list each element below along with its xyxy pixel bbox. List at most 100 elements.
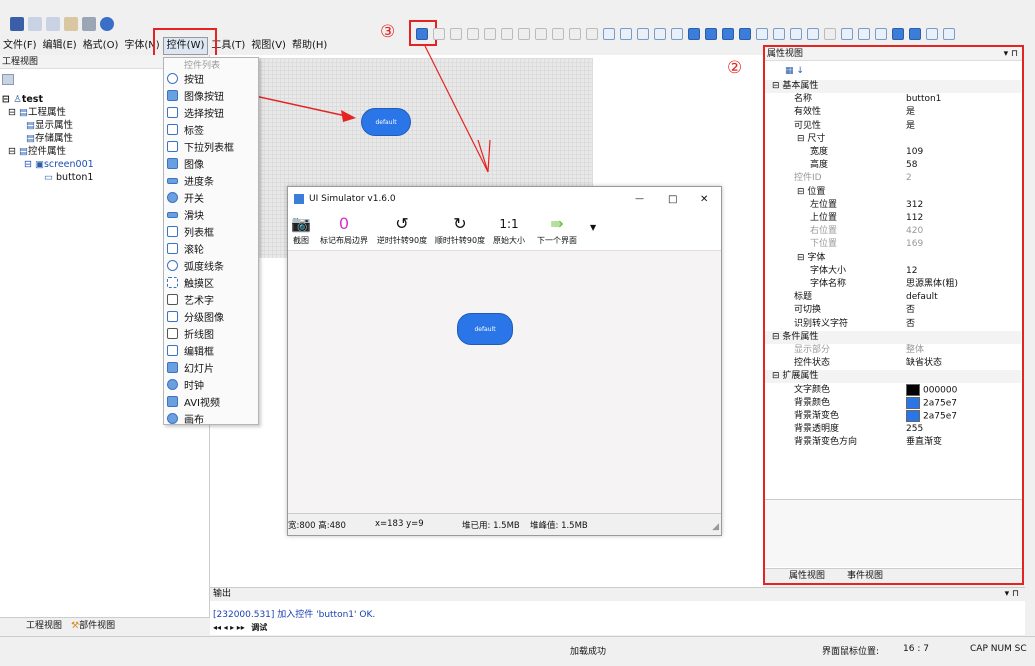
property-value[interactable]: 169 <box>906 238 923 251</box>
property-value[interactable]: button1 <box>906 93 941 106</box>
property-row[interactable]: 控件ID 2 <box>765 172 1021 185</box>
property-value[interactable]: 是 <box>906 106 915 119</box>
dropdown-item-wheel[interactable]: 滚轮 <box>164 240 258 257</box>
mark-layout-bounds-button[interactable]: 0 标记布局边界 <box>316 213 372 246</box>
dropdown-item-slider[interactable]: 滑块 <box>164 206 258 223</box>
tab-properties-view[interactable]: 属性视图 <box>789 569 825 584</box>
property-value[interactable]: 420 <box>906 225 923 238</box>
categorize-icon[interactable]: ▦ <box>785 66 794 76</box>
property-row[interactable]: ⊟ 扩展属性 <box>765 370 1021 384</box>
property-value[interactable]: 2a75e7 <box>906 396 957 411</box>
close-button[interactable]: ✕ <box>700 194 708 205</box>
property-value[interactable]: default <box>906 291 938 304</box>
dropdown-item-check-button[interactable]: 选择按钮 <box>164 104 258 121</box>
simulator-button1[interactable]: default <box>457 313 513 345</box>
simulator-titlebar[interactable]: UI Simulator v1.6.0 — □ ✕ <box>288 187 721 211</box>
property-row[interactable]: 可切换 否 <box>765 304 1021 317</box>
property-row[interactable]: 下位置 169 <box>765 238 1021 251</box>
property-value[interactable]: 否 <box>906 318 915 331</box>
property-row[interactable]: 左位置 312 <box>765 199 1021 212</box>
rotate-cw-button[interactable]: ↻ 顺时针转90度 <box>434 213 486 246</box>
sort-az-icon[interactable]: ↓ <box>796 66 804 76</box>
dropdown-item-combo[interactable]: 下拉列表框 <box>164 138 258 155</box>
resize-grip-icon[interactable]: ◢ <box>712 522 719 532</box>
property-name: 识别转义字符 <box>794 318 849 329</box>
dropdown-item-line-chart[interactable]: 折线图 <box>164 325 258 342</box>
property-value[interactable]: 255 <box>906 423 923 436</box>
property-value[interactable]: 12 <box>906 265 917 278</box>
panel-pin-icon[interactable]: ▾ ⊓ <box>1004 47 1018 61</box>
tab-events-view[interactable]: 事件视图 <box>847 569 883 584</box>
property-value[interactable]: 112 <box>906 212 923 225</box>
screenshot-button[interactable]: 📷 截图 <box>290 213 312 246</box>
property-row[interactable]: 标题 default <box>765 291 1021 304</box>
dropdown-item-progress[interactable]: 进度条 <box>164 172 258 189</box>
rotate-ccw-button[interactable]: ↺ 逆时针转90度 <box>376 213 428 246</box>
property-value[interactable]: 58 <box>906 159 917 172</box>
property-row[interactable]: 背景透明度 255 <box>765 423 1021 436</box>
property-row[interactable]: ⊟ 位置 <box>765 186 1021 199</box>
property-row[interactable]: ⊟ 条件属性 <box>765 330 1021 344</box>
output-nav-icon[interactable]: ◂◂ ◂ ▸ ▸▸ <box>213 623 245 632</box>
dropdown-item-canvas[interactable]: 画布 <box>164 410 258 427</box>
color-swatch[interactable] <box>906 410 920 422</box>
tab-debug[interactable]: 调试 <box>251 623 267 632</box>
property-row[interactable]: 文字颜色 000000 <box>765 383 1021 398</box>
dropdown-item-listbox[interactable]: 列表框 <box>164 223 258 240</box>
dropdown-item-level-image[interactable]: 分级图像 <box>164 308 258 325</box>
property-value[interactable]: 是 <box>906 120 915 133</box>
dropdown-item-arc-line[interactable]: 弧度线条 <box>164 257 258 274</box>
property-row[interactable]: 识别转义字符 否 <box>765 318 1021 331</box>
output-pin-icon[interactable]: ▾ ⊓ <box>1005 588 1019 601</box>
property-value[interactable]: 思源黑体(粗) <box>906 278 958 291</box>
property-row[interactable]: ⊟ 基本属性 <box>765 80 1021 93</box>
color-swatch[interactable] <box>906 383 920 396</box>
property-value[interactable]: 2 <box>906 172 912 185</box>
color-swatch[interactable] <box>906 396 920 409</box>
dropdown-item-art-text[interactable]: 艺术字 <box>164 291 258 308</box>
dropdown-item-image-button[interactable]: 图像按钮 <box>164 87 258 104</box>
property-row[interactable]: 背景颜色 2a75e7 <box>765 396 1021 411</box>
minimize-button[interactable]: — <box>635 194 644 204</box>
dropdown-item-label-widget[interactable]: 标签 <box>164 121 258 138</box>
property-row[interactable]: 显示部分 整体 <box>765 344 1021 357</box>
property-row[interactable]: 有效性 是 <box>765 106 1021 119</box>
dropdown-item-image[interactable]: 图像 <box>164 155 258 172</box>
dropdown-item-edit-box[interactable]: 编辑框 <box>164 342 258 359</box>
arrow-to-simulator-c <box>487 139 491 173</box>
simulator-screen[interactable]: default <box>288 251 721 513</box>
property-value[interactable]: 垂直渐变 <box>906 436 942 449</box>
dropdown-item-avi-video[interactable]: AVI视频 <box>164 393 258 410</box>
property-row[interactable]: 高度 58 <box>765 159 1021 172</box>
property-row[interactable]: 背景渐变色方向 垂直渐变 <box>765 436 1021 449</box>
property-row[interactable]: 名称 button1 <box>765 93 1021 106</box>
property-value[interactable]: 缺省状态 <box>906 357 942 370</box>
property-value[interactable]: 整体 <box>906 344 924 357</box>
property-value[interactable]: 109 <box>906 146 923 159</box>
property-row[interactable]: 控件状态 缺省状态 <box>765 357 1021 370</box>
property-row[interactable]: 字体大小 12 <box>765 265 1021 278</box>
property-row[interactable]: 宽度 109 <box>765 146 1021 159</box>
original-size-button[interactable]: 1:1 原始大小 <box>492 213 526 246</box>
dropdown-item-button[interactable]: 按钮 <box>164 70 258 87</box>
next-screen-button[interactable]: ⇛ 下一个界面 <box>534 213 580 246</box>
maximize-button[interactable]: □ <box>668 194 677 205</box>
property-row[interactable]: 字体名称 思源黑体(粗) <box>765 278 1021 291</box>
property-row[interactable]: ⊟ 字体 <box>765 252 1021 265</box>
property-value[interactable]: 2a75e7 <box>906 410 957 424</box>
property-row[interactable]: ⊟ 尺寸 <box>765 133 1021 146</box>
property-value[interactable]: 否 <box>906 304 915 317</box>
dropdown-item-slideshow[interactable]: 幻灯片 <box>164 359 258 376</box>
property-row[interactable]: 背景渐变色 2a75e7 <box>765 410 1021 423</box>
dropdown-item-clock[interactable]: 时钟 <box>164 376 258 393</box>
property-row[interactable]: 可见性 是 <box>765 120 1021 133</box>
property-value[interactable]: 000000 <box>906 383 957 398</box>
property-row[interactable]: 上位置 112 <box>765 212 1021 225</box>
property-name: 背景颜色 <box>794 397 831 408</box>
toolbar-overflow-icon[interactable]: ▼ <box>590 223 596 232</box>
property-value[interactable]: 312 <box>906 199 923 212</box>
properties-title: 属性视图 <box>767 49 804 59</box>
dropdown-item-switch[interactable]: 开关 <box>164 189 258 206</box>
dropdown-item-touch-area[interactable]: 触摸区 <box>164 274 258 291</box>
property-row[interactable]: 右位置 420 <box>765 225 1021 238</box>
